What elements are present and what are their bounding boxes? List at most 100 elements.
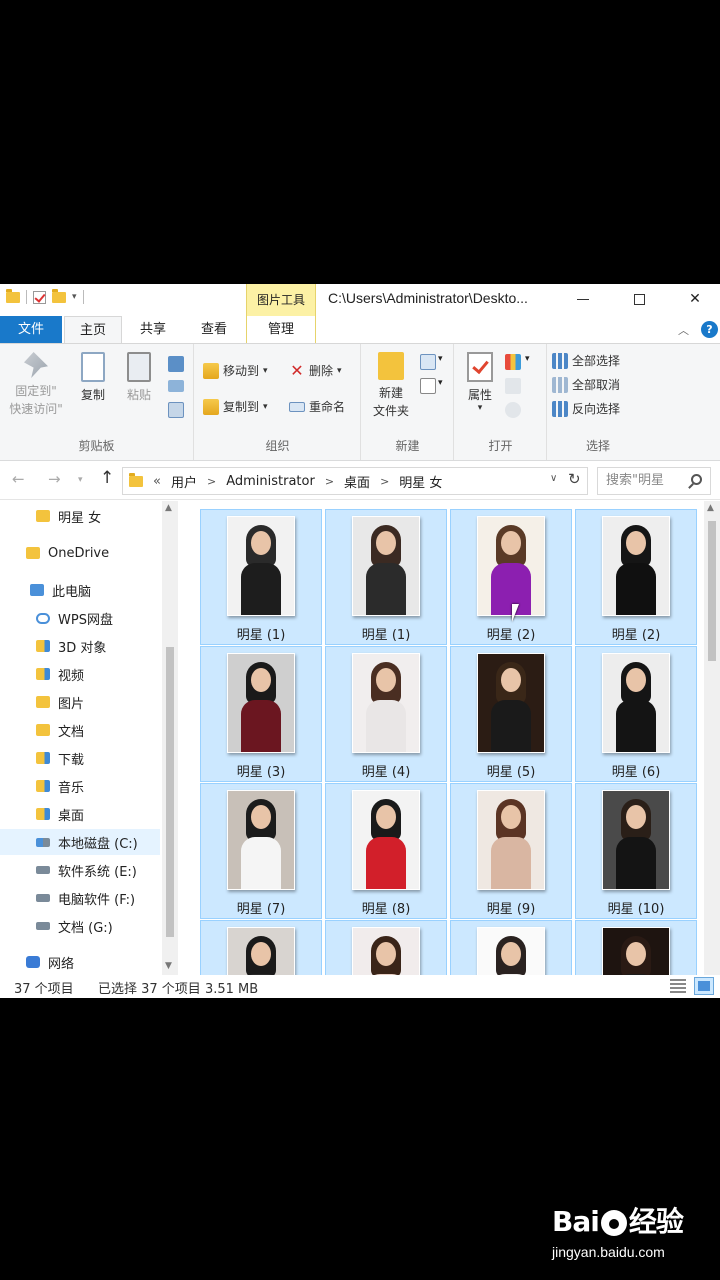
history-icon[interactable] — [505, 402, 521, 418]
scroll-up-icon[interactable]: ▲ — [165, 503, 172, 513]
paste-button[interactable]: 粘贴 — [118, 352, 160, 404]
invert-selection-button[interactable]: 反向选择 — [552, 398, 620, 420]
breadcrumb-chevron-icon[interactable]: > — [207, 475, 216, 488]
forward-arrow-icon[interactable]: → — [48, 470, 61, 488]
file-tile[interactable]: 明星 (4) — [325, 646, 447, 782]
dropdown-caret-icon[interactable]: ▾ — [438, 378, 443, 388]
file-tile[interactable]: 明星 (1) — [200, 509, 322, 645]
file-tile[interactable]: 明星 (6) — [575, 646, 697, 782]
paste-shortcut-icon[interactable] — [168, 402, 184, 418]
pin-to-quick-access-button[interactable]: 固定到" 快速访问" — [4, 352, 68, 418]
scrollbar-thumb[interactable] — [708, 521, 716, 661]
tab-manage[interactable]: 管理 — [246, 316, 316, 343]
file-tile[interactable] — [450, 920, 572, 975]
nav-item-drive-c[interactable]: 本地磁盘 (C:) — [0, 829, 160, 855]
scrollbar-thumb[interactable] — [166, 647, 174, 937]
move-to-button[interactable]: 移动到 ▾ — [203, 360, 268, 382]
collapse-ribbon-icon[interactable]: ︿ — [678, 322, 689, 338]
tab-home[interactable]: 主页 — [64, 316, 122, 344]
nav-item-downloads[interactable]: 下载 — [0, 745, 160, 771]
select-none-button[interactable]: 全部取消 — [552, 374, 620, 396]
properties-button[interactable]: 属性 ▾ — [459, 352, 501, 413]
dropdown-caret-icon[interactable]: ▾ — [525, 354, 530, 364]
properties-check-icon[interactable] — [33, 290, 46, 304]
search-icon[interactable] — [691, 474, 702, 485]
breadcrumb-administrator[interactable]: Administrator — [226, 474, 315, 489]
navigation-pane-scrollbar[interactable]: ▲ ▼ — [162, 501, 178, 975]
file-tile[interactable]: 明星 (2) — [450, 509, 572, 645]
file-view-scrollbar[interactable]: ▲ — [704, 501, 720, 975]
new-folder-icon[interactable] — [52, 288, 66, 303]
tab-file[interactable]: 文件 — [0, 316, 62, 343]
breadcrumb-chevron-icon[interactable]: > — [380, 475, 389, 488]
search-input[interactable]: 搜索"明星 — [597, 467, 711, 495]
file-tile[interactable] — [325, 920, 447, 975]
nav-item-desktop[interactable]: 桌面 — [0, 801, 160, 827]
nav-item-music[interactable]: 音乐 — [0, 773, 160, 799]
copy-to-button[interactable]: 复制到 ▾ — [203, 396, 268, 418]
file-tile[interactable]: 明星 (9) — [450, 783, 572, 919]
dropdown-caret-icon[interactable]: ▾ — [438, 354, 443, 364]
close-button[interactable]: ✕ — [680, 288, 710, 310]
nav-item-onedrive[interactable]: OneDrive — [0, 540, 160, 566]
file-tile[interactable]: 明星 (1) — [325, 509, 447, 645]
thumbnail-face — [626, 531, 646, 555]
file-tile[interactable] — [200, 920, 322, 975]
nav-item-documents[interactable]: 文档 — [0, 717, 160, 743]
file-tile[interactable]: 明星 (8) — [325, 783, 447, 919]
file-tile[interactable]: 明星 (7) — [200, 783, 322, 919]
breadcrumb-chevron-icon[interactable]: > — [325, 475, 334, 488]
file-tile[interactable]: 明星 (10) — [575, 783, 697, 919]
scroll-down-icon[interactable]: ▼ — [165, 961, 172, 971]
recent-locations-caret-icon[interactable]: ▾ — [78, 475, 83, 485]
large-icons-view-icon[interactable] — [694, 977, 714, 995]
nav-item-pictures[interactable]: 图片 — [0, 689, 160, 715]
maximize-button[interactable] — [624, 288, 654, 310]
file-tile[interactable]: 明星 (5) — [450, 646, 572, 782]
nav-item-drive-g[interactable]: 文档 (G:) — [0, 913, 160, 939]
folder-icon[interactable] — [6, 288, 20, 303]
breadcrumb-desktop[interactable]: 桌面 — [344, 472, 370, 491]
rename-button[interactable]: 重命名 — [289, 396, 345, 418]
breadcrumb-overflow[interactable]: « — [153, 474, 161, 489]
nav-item-this-pc[interactable]: 此电脑 — [0, 577, 160, 603]
tab-view[interactable]: 查看 — [186, 316, 242, 343]
address-history-chevron-icon[interactable]: ∨ — [550, 473, 557, 484]
toolbar-separator — [26, 290, 27, 304]
nav-item-videos[interactable]: 视频 — [0, 661, 160, 687]
open-with-icon[interactable] — [505, 354, 521, 370]
scroll-up-icon[interactable]: ▲ — [707, 503, 714, 513]
file-tile[interactable] — [575, 920, 697, 975]
nav-item-current-folder[interactable]: 明星 女 — [0, 503, 160, 529]
nav-item-drive-e[interactable]: 软件系统 (E:) — [0, 857, 160, 883]
details-view-icon[interactable] — [670, 979, 686, 993]
copy-to-icon — [203, 399, 219, 415]
breadcrumb-users[interactable]: 用户 — [171, 472, 197, 491]
drive-icon — [36, 894, 50, 902]
file-tile[interactable]: 明星 (3) — [200, 646, 322, 782]
new-folder-button[interactable]: 新建 文件夹 — [366, 352, 416, 420]
help-icon[interactable]: ? — [701, 321, 718, 338]
breadcrumb-current-folder[interactable]: 明星 女 — [399, 472, 442, 491]
edit-icon[interactable] — [505, 378, 521, 394]
refresh-icon[interactable]: ↻ — [568, 470, 581, 488]
nav-item-drive-f[interactable]: 电脑软件 (F:) — [0, 885, 160, 911]
back-arrow-icon[interactable]: ← — [12, 470, 25, 488]
nav-item-network[interactable]: 网络 — [0, 949, 160, 975]
copy-button[interactable]: 复制 — [72, 352, 114, 404]
nav-item-wps-cloud[interactable]: WPS网盘 — [0, 605, 160, 631]
easy-access-icon[interactable] — [420, 378, 436, 394]
up-arrow-icon[interactable]: ↑ — [100, 468, 114, 488]
customize-toolbar-caret-icon[interactable]: ▾ — [72, 292, 77, 302]
delete-button[interactable]: ✕ 删除 ▾ — [289, 360, 341, 382]
select-all-button[interactable]: 全部选择 — [552, 350, 620, 372]
tab-share[interactable]: 共享 — [126, 316, 180, 343]
image-thumbnail — [602, 790, 670, 890]
cut-icon[interactable] — [168, 356, 184, 372]
new-item-icon[interactable] — [420, 354, 436, 370]
nav-item-3d-objects[interactable]: 3D 对象 — [0, 633, 160, 659]
file-tile[interactable]: 明星 (2) — [575, 509, 697, 645]
copy-path-icon[interactable] — [168, 380, 184, 392]
address-bar[interactable]: « 用户 > Administrator > 桌面 > 明星 女 — [122, 467, 588, 495]
minimize-button[interactable] — [568, 288, 598, 310]
